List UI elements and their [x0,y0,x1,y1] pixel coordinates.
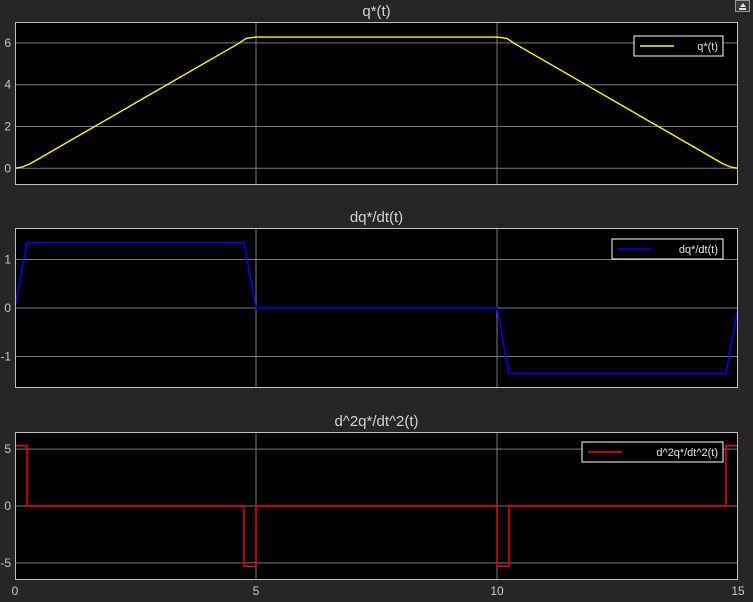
legend-label: dq*/dt(t) [679,244,718,256]
y-tick-label: 1 [4,253,11,267]
axes-title: q*(t) [362,3,390,20]
y-tick-label: 0 [4,499,11,513]
legend: d^2q*/dt^2(t) [581,441,724,463]
y-tick-label: 4 [4,78,11,92]
y-tick-label: 6 [4,36,11,50]
y-tick-label: -1 [0,349,11,363]
y-tick-label: 2 [4,119,11,133]
legend-label: d^2q*/dt^2(t) [656,447,718,459]
undock-arrow-icon [740,3,746,7]
axes-title: dq*/dt(t) [350,209,403,226]
scope-figure: 0246q*(t)q*(t)-101dq*/dt(t)dq*/dt(t)-505… [0,3,745,598]
axes-title: d^2q*/dt^2(t) [334,413,418,430]
y-tick-label: 0 [4,161,11,175]
legend: dq*/dt(t) [611,238,724,260]
y-tick-label: 5 [4,442,11,456]
x-tick-label: 5 [253,584,260,598]
axes-2: -1 0 1 dq*/dt(t) dq*/dt(t) [0,209,739,388]
axes-background [15,22,738,185]
legend: q*(t) [633,35,724,57]
undock-icon[interactable] [735,0,750,12]
legend-label: q*(t) [697,41,718,53]
x-tick-label: 10 [490,584,504,598]
y-tick-label: -5 [0,556,11,570]
x-tick-label: 0 [12,584,19,598]
axes-1: 0 2 4 6 q*(t) q*(t) [4,3,739,185]
x-tick-label: 15 [731,584,745,598]
undock-bar-icon [739,8,746,10]
y-tick-label: 0 [4,301,11,315]
axes-3: -5050 5 10 15d^2q*/dt^2(t)d^2q*/dt^2(t) [0,413,745,598]
scope-window: 0 2 4 6 q*(t) q*(t) -1 0 1 dq*/dt(t) dq*/dt(t) -5 0 5… [0,0,753,602]
